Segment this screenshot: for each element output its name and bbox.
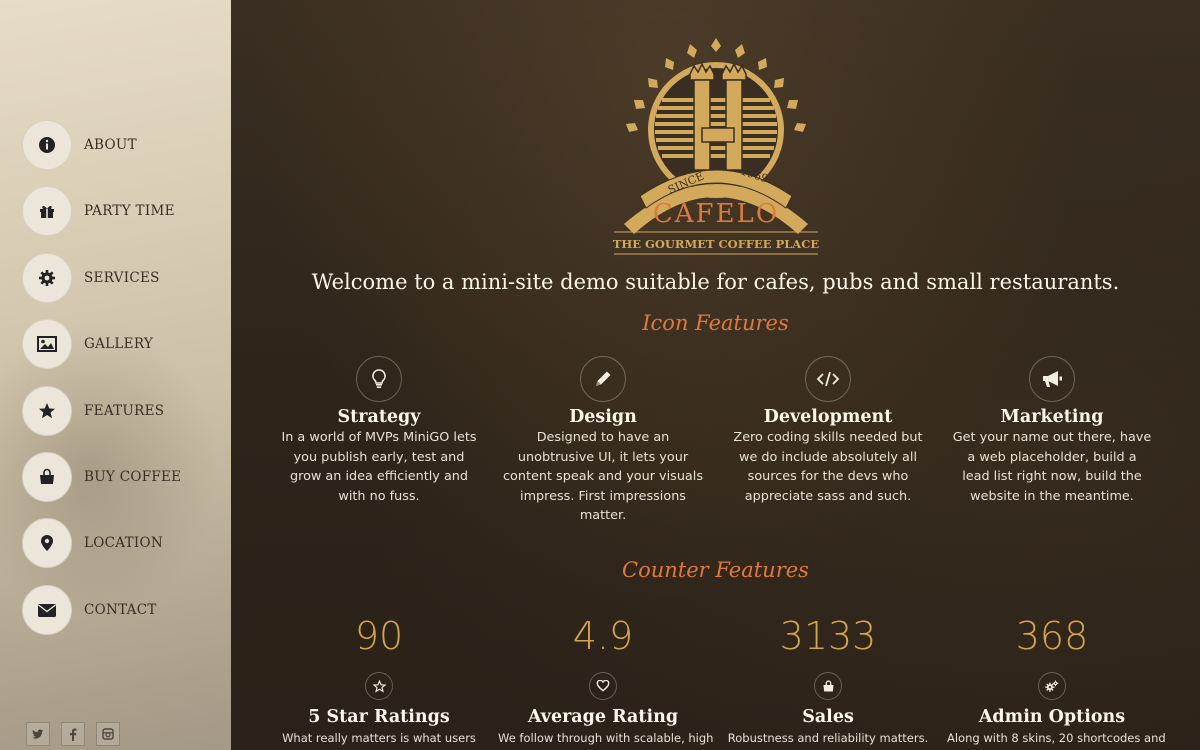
- sidebar-item-services[interactable]: SERVICES: [22, 252, 181, 303]
- sidebar-item-gallery[interactable]: GALLERY: [22, 319, 181, 370]
- sidebar-item-label: LOCATION: [84, 535, 163, 552]
- social-links: [26, 722, 120, 746]
- feature-development: Development Zero coding skills needed bu…: [728, 356, 928, 506]
- sidebar-nav: ABOUT PARTY TIME SERVICES GALLERY FEATUR…: [22, 120, 181, 651]
- map-marker-icon: [22, 518, 72, 569]
- feature-title: Design: [569, 407, 637, 427]
- logo-name: CAFELO: [653, 199, 779, 229]
- info-icon: [22, 120, 72, 170]
- cafelo-logo: SINCE 1969 CAFELO THE GOURMET COFFEE PLA…: [613, 38, 820, 255]
- feature-text: Get your name out there, have a web plac…: [952, 430, 1152, 504]
- sidebar-item-label: SERVICES: [84, 269, 160, 286]
- counter-value: 3133: [779, 614, 877, 658]
- counter-text: Along with 8 skins, 20 shortcodes and: [947, 731, 1166, 745]
- sidebar-item-label: ABOUT: [84, 137, 137, 153]
- star-icon: [22, 385, 72, 436]
- counter-features-title: Counter Features: [622, 558, 809, 582]
- main-content: SINCE 1969 CAFELO THE GOURMET COFFEE PLA…: [231, 0, 1200, 750]
- counter-value: 368: [1015, 614, 1089, 658]
- counter-value: 90: [354, 614, 404, 658]
- icon-features-title: Icon Features: [642, 311, 789, 335]
- counter-label: 5 Star Ratings: [308, 707, 450, 727]
- feature-title: Strategy: [337, 407, 421, 427]
- sidebar-item-contact[interactable]: CONTACT: [22, 584, 181, 635]
- sidebar-item-label: PARTY TIME: [84, 203, 175, 220]
- feature-text: Zero coding skills needed but we do incl…: [733, 430, 923, 504]
- sidebar-item-label: BUY COFFEE: [84, 468, 182, 485]
- twitter-icon[interactable]: [26, 722, 50, 746]
- welcome-heading: Welcome to a mini-site demo suitable for…: [311, 270, 1120, 294]
- lightbulb-icon: [356, 356, 402, 402]
- counter-text: Robustness and reliability matters.: [727, 731, 929, 745]
- cogs-icon: [1038, 672, 1066, 700]
- feature-title: Development: [763, 407, 893, 427]
- counter-5-star-ratings: 90 5 Star Ratings What really matters is…: [274, 614, 484, 745]
- facebook-icon[interactable]: [61, 722, 85, 746]
- sidebar-item-features[interactable]: FEATURES: [22, 385, 181, 436]
- counter-sales: 3133 Sales Robustness and reliability ma…: [723, 614, 933, 745]
- sidebar-item-location[interactable]: LOCATION: [22, 518, 181, 569]
- image-icon: [22, 319, 72, 370]
- sidebar-item-buy-coffee[interactable]: BUY COFFEE: [22, 451, 182, 502]
- counter-text: We follow through with scalable, high: [498, 731, 714, 745]
- gear-icon: [22, 252, 72, 303]
- counter-label: Average Rating: [527, 707, 679, 727]
- sidebar-item-party-time[interactable]: PARTY TIME: [22, 186, 181, 237]
- feature-design: Design Designed to have an unobtrusive U…: [503, 356, 703, 526]
- megaphone-icon: [1029, 356, 1075, 402]
- shopping-bag-icon: [814, 672, 842, 700]
- feature-marketing: Marketing Get your name out there, have …: [952, 356, 1152, 506]
- heart-outline-icon: [589, 672, 617, 700]
- instagram-icon[interactable]: [96, 722, 120, 746]
- sidebar: ABOUT PARTY TIME SERVICES GALLERY FEATUR…: [0, 0, 231, 750]
- counter-label: Admin Options: [978, 707, 1126, 727]
- counter-text: What really matters is what users: [282, 731, 476, 745]
- shopping-bag-icon: [22, 451, 72, 502]
- sidebar-item-about[interactable]: ABOUT: [22, 120, 181, 170]
- feature-text: In a world of MVPs MiniGO lets you publi…: [281, 430, 477, 504]
- gift-icon: [22, 186, 72, 237]
- pencil-icon: [580, 356, 626, 402]
- feature-title: Marketing: [1000, 407, 1104, 427]
- feature-strategy: Strategy In a world of MVPs MiniGO lets …: [279, 356, 479, 506]
- feature-text: Designed to have an unobtrusive UI, it l…: [503, 430, 704, 523]
- star-outline-icon: [365, 672, 393, 700]
- sidebar-item-label: GALLERY: [84, 336, 154, 353]
- envelope-icon: [22, 584, 72, 635]
- logo-tagline: THE GOURMET COFFEE PLACE: [613, 237, 820, 251]
- sidebar-item-label: FEATURES: [84, 402, 165, 419]
- counter-average-rating: 4.9 Average Rating We follow through wit…: [498, 614, 714, 745]
- counter-label: Sales: [802, 707, 854, 727]
- code-icon: [805, 356, 851, 402]
- counter-admin-options: 368 Admin Options Along with 8 skins, 20…: [947, 614, 1166, 745]
- sidebar-item-label: CONTACT: [84, 601, 157, 618]
- counter-value: 4.9: [572, 614, 634, 658]
